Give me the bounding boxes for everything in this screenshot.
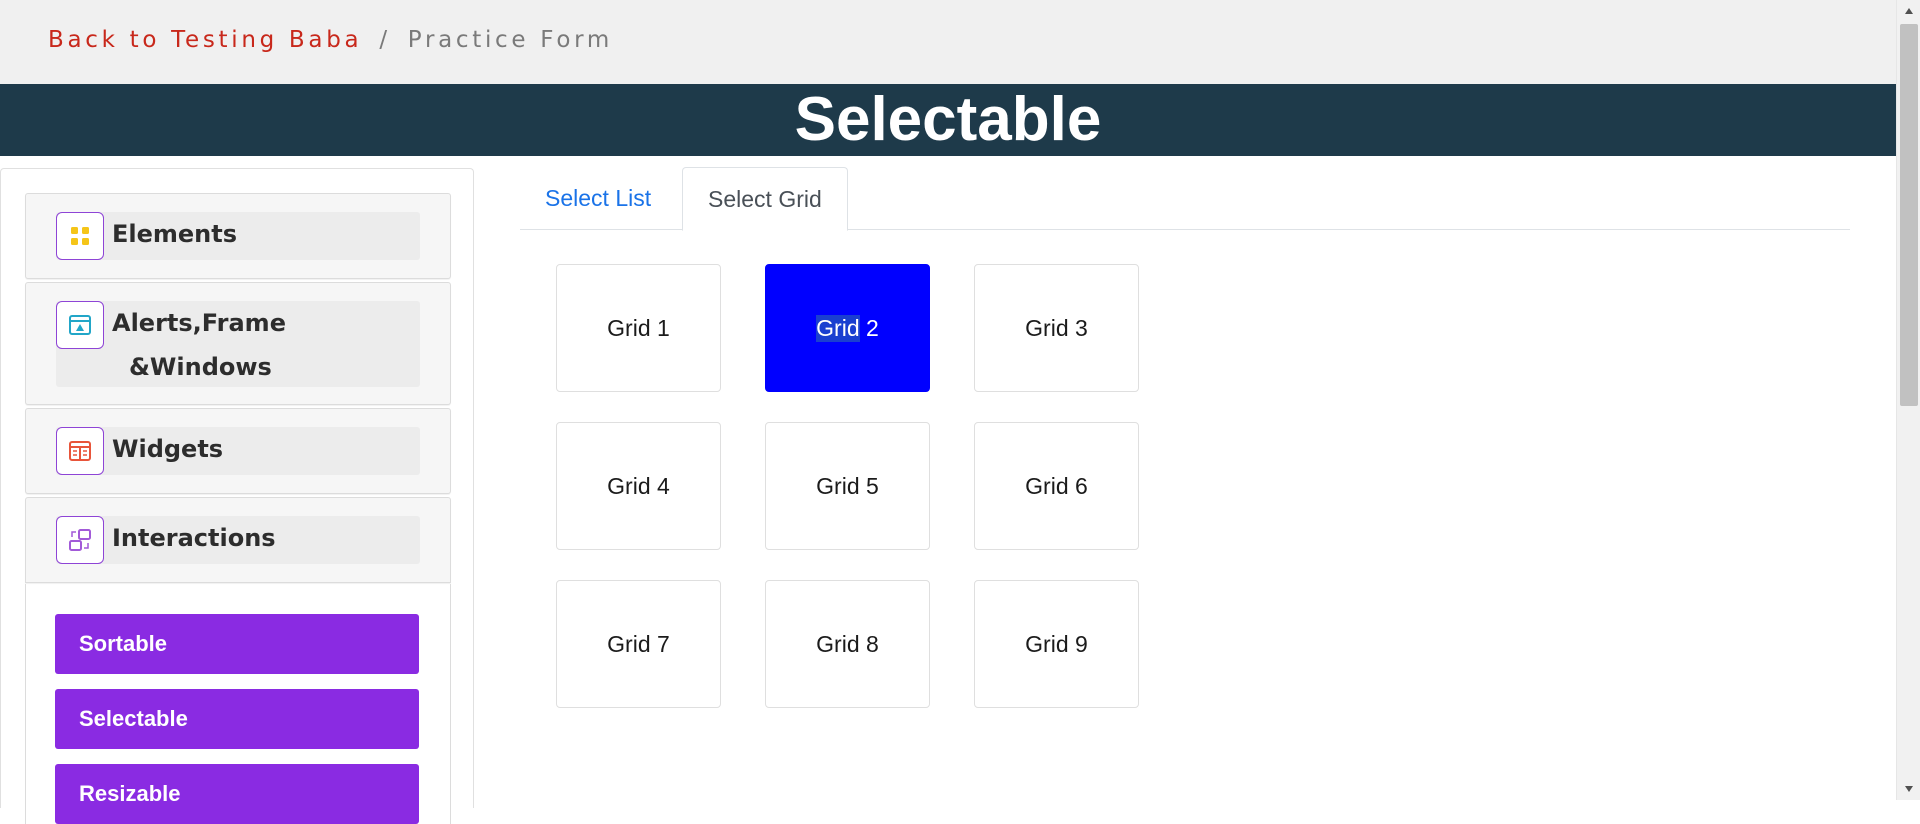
grid-item[interactable]: Grid 6 bbox=[974, 422, 1139, 550]
sidebar-group-label: Widgets bbox=[112, 435, 224, 463]
sidebar-group-label: Elements bbox=[112, 220, 238, 248]
scrollbar-thumb[interactable] bbox=[1900, 24, 1918, 406]
interactions-icon bbox=[56, 516, 104, 564]
sidebar-group-label: Interactions bbox=[112, 524, 276, 552]
grid-item[interactable]: Grid 8 bbox=[765, 580, 930, 708]
sidebar-group-widgets: Widgets bbox=[25, 408, 451, 494]
breadcrumb: Back to Testing Baba / Practice Form bbox=[48, 27, 613, 53]
sidebar-item-sortable[interactable]: Sortable bbox=[55, 614, 419, 674]
sidebar-group-elements: Elements bbox=[25, 193, 451, 279]
scroll-up-arrow-icon[interactable] bbox=[1897, 0, 1920, 22]
sidebar-group-label-line1: Alerts,Frame bbox=[112, 309, 286, 337]
sidebar-group-interactions: Interactions bbox=[25, 497, 451, 583]
grid-item[interactable]: Grid 3 bbox=[974, 264, 1139, 392]
grid-item[interactable]: Grid 1 bbox=[556, 264, 721, 392]
tab-bar: Select List Select Grid bbox=[520, 167, 1850, 231]
page-scrollbar[interactable] bbox=[1896, 0, 1920, 800]
page-header: Selectable bbox=[0, 84, 1896, 156]
sidebar-group-alerts-header[interactable]: Alerts,Frame &Windows bbox=[56, 301, 420, 387]
sidebar: Elements Alerts,Frame &Windows Widgets I… bbox=[0, 168, 474, 824]
grid-item[interactable]: Grid 4 bbox=[556, 422, 721, 550]
tab-select-list[interactable]: Select List bbox=[520, 167, 676, 230]
scroll-down-arrow-icon[interactable] bbox=[1897, 778, 1920, 800]
grid-item-text-highlight: Grid bbox=[816, 314, 860, 342]
grid-item-number: 2 bbox=[866, 314, 879, 341]
grid-item[interactable]: Grid 7 bbox=[556, 580, 721, 708]
sidebar-group-widgets-header[interactable]: Widgets bbox=[56, 427, 420, 475]
elements-grid-icon bbox=[56, 212, 104, 260]
page-title: Selectable bbox=[794, 85, 1102, 154]
widgets-icon bbox=[56, 427, 104, 475]
grid-item-selected[interactable]: Grid 2 bbox=[765, 264, 930, 392]
tab-select-grid[interactable]: Select Grid bbox=[682, 167, 848, 231]
sidebar-group-alerts-frame-windows: Alerts,Frame &Windows bbox=[25, 282, 451, 405]
top-bar: Back to Testing Baba / Practice Form bbox=[0, 0, 1896, 84]
sidebar-item-resizable[interactable]: Resizable bbox=[55, 764, 419, 824]
breadcrumb-current: Practice Form bbox=[407, 27, 613, 53]
grid-item[interactable]: Grid 5 bbox=[765, 422, 930, 550]
sidebar-group-label-line2: &Windows bbox=[129, 353, 272, 381]
sidebar-group-label: Alerts,Frame &Windows bbox=[112, 308, 286, 382]
selectable-grid: Grid 1 Grid 2 Grid 3 Grid 4 Grid 5 Grid … bbox=[556, 264, 1146, 708]
sidebar-group-interactions-header[interactable]: Interactions bbox=[56, 516, 420, 564]
grid-item[interactable]: Grid 9 bbox=[974, 580, 1139, 708]
breadcrumb-separator: / bbox=[379, 27, 391, 53]
browser-window-icon bbox=[56, 301, 104, 349]
breadcrumb-back-link[interactable]: Back to Testing Baba bbox=[48, 27, 362, 53]
sidebar-group-elements-header[interactable]: Elements bbox=[56, 212, 420, 260]
sidebar-item-selectable[interactable]: Selectable bbox=[55, 689, 419, 749]
